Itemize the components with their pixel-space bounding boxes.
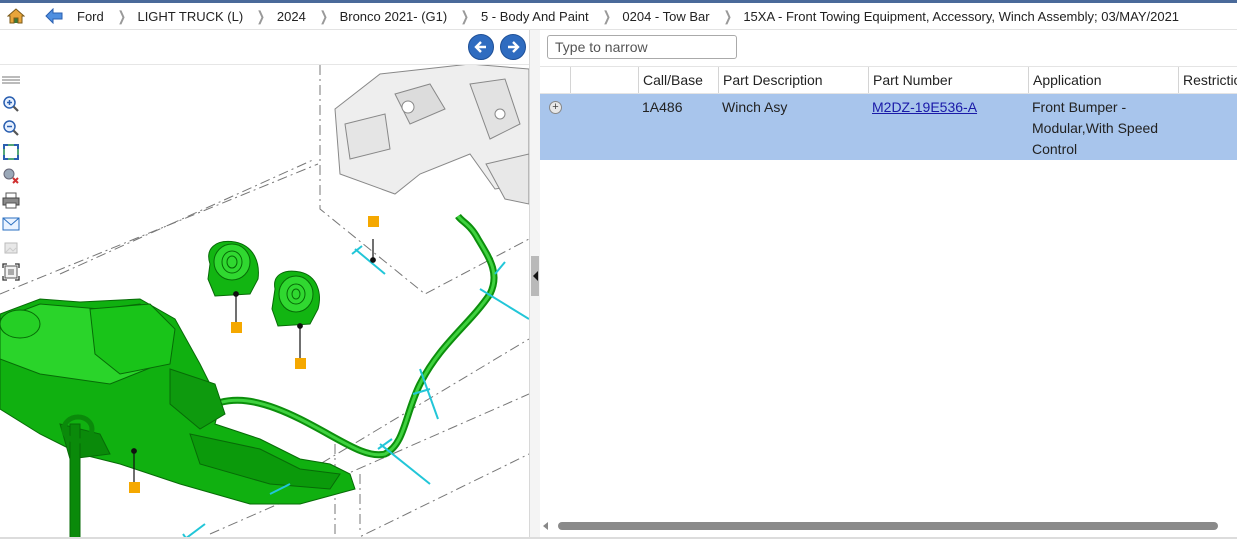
call-base-cell: 1A486 xyxy=(642,99,683,115)
parts-illustration[interactable] xyxy=(0,64,529,537)
scrollbar-thumb[interactable] xyxy=(558,522,1218,530)
breadcrumb-item-vehicle-class[interactable]: LIGHT TRUCK (L) xyxy=(137,9,243,24)
zoom-in-icon[interactable] xyxy=(1,94,21,114)
filter-input[interactable] xyxy=(547,35,737,59)
part-number-link[interactable]: M2DZ-19E536-A xyxy=(872,99,977,115)
callout-marker xyxy=(368,216,379,227)
home-icon[interactable] xyxy=(5,6,27,26)
table-row[interactable]: + 1A486 Winch Asy M2DZ-19E536-A Front Bu… xyxy=(540,94,1237,160)
clear-selection-icon[interactable] xyxy=(1,166,21,186)
restriction-cell xyxy=(1178,94,1237,160)
collapse-left-icon[interactable] xyxy=(531,256,539,296)
zoom-out-icon[interactable] xyxy=(1,118,21,138)
scroll-left-icon[interactable] xyxy=(543,522,548,530)
image-icon[interactable] xyxy=(1,238,21,258)
breadcrumb-item-group[interactable]: 0204 - Tow Bar xyxy=(622,9,709,24)
breadcrumb-item-year[interactable]: 2024 xyxy=(277,9,306,24)
application-cell: Front Bumper - Modular,With Speed Contro… xyxy=(1032,99,1159,157)
column-header-blank[interactable] xyxy=(570,67,638,93)
part-number-cell: M2DZ-19E536-A xyxy=(868,94,1028,160)
chevron-right-icon: ❯ xyxy=(723,7,732,24)
back-arrow-icon[interactable] xyxy=(43,6,65,26)
callout-marker xyxy=(129,482,140,493)
table-header: Call/Base Part Description Part Number A… xyxy=(540,66,1237,94)
callout-marker xyxy=(295,358,306,369)
column-header-call-base[interactable]: Call/Base xyxy=(638,67,718,93)
frame-bracket xyxy=(334,64,529,205)
illustration-pane xyxy=(0,30,529,537)
part-description-cell: Winch Asy xyxy=(722,99,788,115)
horizontal-scrollbar[interactable] xyxy=(540,520,1237,532)
diagram-navigation xyxy=(468,34,526,60)
email-icon[interactable] xyxy=(1,214,21,234)
print-icon[interactable] xyxy=(1,190,21,210)
breadcrumb-item-model[interactable]: Bronco 2021- (G1) xyxy=(340,9,448,24)
spool-part-2 xyxy=(271,270,320,327)
row-expander-cell: + xyxy=(540,94,570,160)
breadcrumb-item-illustration[interactable]: 15XA - Front Towing Equipment, Accessory… xyxy=(743,9,1179,24)
arrow-right-icon[interactable] xyxy=(500,34,526,60)
arrow-left-icon[interactable] xyxy=(468,34,494,60)
chevron-right-icon: ❯ xyxy=(117,7,126,24)
drag-handle-icon[interactable] xyxy=(1,70,21,90)
table-cell-blank xyxy=(570,94,638,160)
callout-marker xyxy=(231,322,242,333)
column-header-part-description[interactable]: Part Description xyxy=(718,67,868,93)
chevron-right-icon: ❯ xyxy=(602,7,611,24)
diagram-toolbar xyxy=(0,70,22,286)
chevron-right-icon: ❯ xyxy=(256,7,266,24)
breadcrumb: Ford ❯ LIGHT TRUCK (L) ❯ 2024 ❯ Bronco 2… xyxy=(0,3,1237,30)
divider xyxy=(0,64,529,65)
column-header-restriction[interactable]: Restrictio xyxy=(1178,67,1237,93)
chevron-right-icon: ❯ xyxy=(460,7,470,24)
breadcrumb-item-category[interactable]: 5 - Body And Paint xyxy=(481,9,589,24)
breadcrumb-item-make[interactable]: Ford xyxy=(77,9,104,24)
column-header-part-number[interactable]: Part Number xyxy=(868,67,1028,93)
spool-part-1 xyxy=(207,240,259,297)
column-header-expand[interactable] xyxy=(540,67,570,93)
expand-plus-icon[interactable]: + xyxy=(549,101,562,114)
fit-to-screen-icon[interactable] xyxy=(1,142,21,162)
parts-table: Call/Base Part Description Part Number A… xyxy=(540,66,1237,160)
chevron-right-icon: ❯ xyxy=(319,7,328,24)
fullscreen-icon[interactable] xyxy=(1,262,21,282)
column-header-application[interactable]: Application xyxy=(1028,67,1178,93)
parts-list-pane: Call/Base Part Description Part Number A… xyxy=(540,30,1237,537)
